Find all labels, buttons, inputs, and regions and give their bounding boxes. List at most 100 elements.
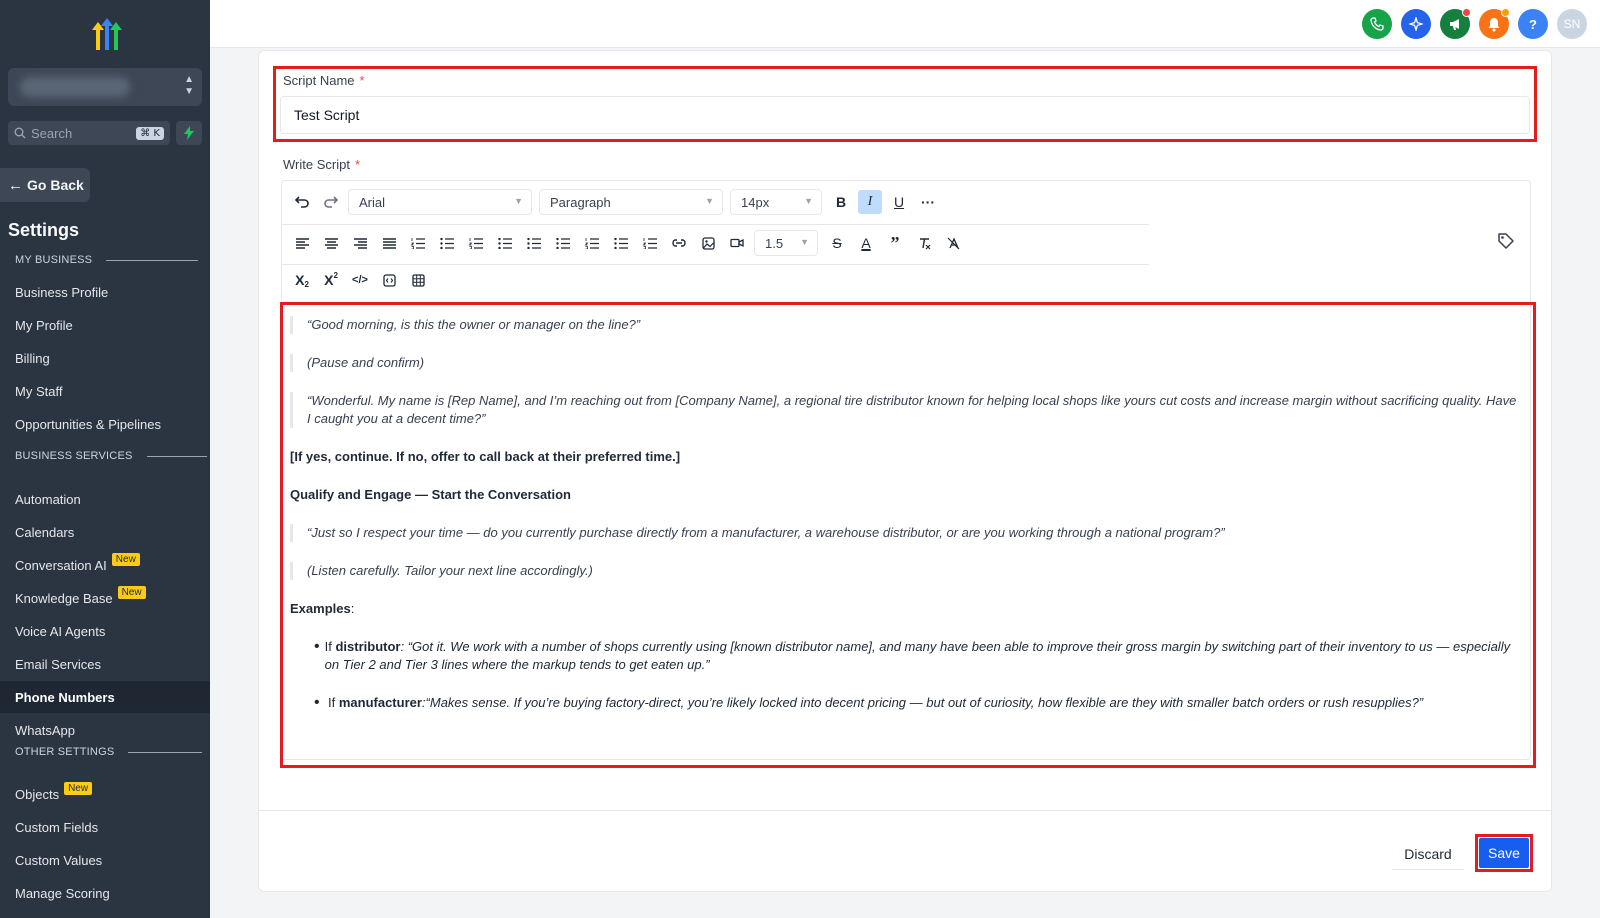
strikethrough-icon[interactable]: S xyxy=(825,231,849,255)
code-icon[interactable]: </> xyxy=(348,268,372,292)
numbered-list-icon[interactable] xyxy=(464,231,488,255)
chevron-down-icon: ▼ xyxy=(705,196,714,206)
sidebar-item-manage-scoring[interactable]: Manage Scoring xyxy=(0,877,210,909)
script-name-input[interactable]: Test Script xyxy=(280,96,1530,134)
numbered-list-icon[interactable] xyxy=(580,231,604,255)
sidebar-item-phone-numbers[interactable]: Phone Numbers xyxy=(0,681,210,713)
sidebar-item-conversation-ai[interactable]: Conversation AI New xyxy=(0,549,210,581)
sidebar-item-voice-ai-agents[interactable]: Voice AI Agents xyxy=(0,615,210,647)
go-back-button[interactable]: ← Go Back xyxy=(0,168,90,202)
underline-icon[interactable]: U xyxy=(887,190,911,214)
sidebar-search[interactable]: Search ⌘ K xyxy=(8,121,170,145)
section-business-services: BUSINESS SERVICES xyxy=(15,450,207,462)
font-family-select[interactable]: Arial ▼ xyxy=(348,189,532,215)
script-name-label: Script Name * xyxy=(283,73,365,88)
sidebar-item-label: Email Services xyxy=(15,656,101,672)
topbar: ? SN xyxy=(210,0,1600,48)
sidebar-item-opportunities[interactable]: Opportunities & Pipelines xyxy=(0,408,210,440)
sidebar: ▲ ▼ Search ⌘ K ← Go Back Settings MY BUSI… xyxy=(0,0,210,918)
sidebar-item-calendars[interactable]: Calendars xyxy=(0,516,210,548)
sidebar-item-custom-values[interactable]: Custom Values xyxy=(0,844,210,876)
align-right-icon[interactable] xyxy=(348,231,372,255)
script-heading: Qualify and Engage — Start the Conversat… xyxy=(290,487,571,502)
sidebar-item-custom-fields[interactable]: Custom Fields xyxy=(0,811,210,843)
numbered-list-icon[interactable] xyxy=(638,231,662,255)
block-type-select[interactable]: Paragraph ▼ xyxy=(539,189,723,215)
script-paragraph: (Listen carefully. Tailor your next line… xyxy=(290,562,1520,580)
phone-icon[interactable] xyxy=(1362,9,1392,39)
tag-icon[interactable] xyxy=(1497,232,1515,250)
sidebar-item-billing[interactable]: Billing xyxy=(0,342,210,374)
write-script-label: Write Script * xyxy=(283,157,360,172)
search-placeholder: Search xyxy=(31,125,73,141)
table-icon[interactable] xyxy=(406,268,430,292)
font-size-select[interactable]: 14px ▼ xyxy=(730,189,822,215)
sidebar-item-label: My Staff xyxy=(15,383,63,399)
sidebar-item-label: WhatsApp xyxy=(15,722,75,738)
quick-action-button[interactable] xyxy=(176,121,202,145)
superscript-icon[interactable]: X2 xyxy=(319,268,343,292)
sidebar-item-my-staff[interactable]: My Staff xyxy=(0,375,210,407)
required-mark: * xyxy=(359,73,365,88)
sidebar-item-label: Manage Scoring xyxy=(15,885,110,901)
account-switcher[interactable]: ▲ ▼ xyxy=(8,68,202,106)
text-color-icon[interactable]: A xyxy=(854,231,878,255)
section-label-text: OTHER SETTINGS xyxy=(15,746,115,758)
sidebar-item-objects[interactable]: Objects New xyxy=(0,778,210,810)
toolbar-row-1: Arial ▼ Paragraph ▼ 14px ▼ B I U ··· xyxy=(290,189,945,215)
eraser-icon[interactable] xyxy=(941,231,965,255)
go-back-label: Go Back xyxy=(27,177,84,193)
script-content[interactable]: “Good morning, is this the owner or mana… xyxy=(290,316,1520,712)
image-icon[interactable] xyxy=(696,231,720,255)
new-badge: New xyxy=(111,552,140,566)
toolbar-row-3: X2 X2 </> xyxy=(290,268,435,292)
sidebar-item-business-profile[interactable]: Business Profile xyxy=(0,276,210,308)
sidebar-item-my-profile[interactable]: My Profile xyxy=(0,309,210,341)
align-center-icon[interactable] xyxy=(319,231,343,255)
link-icon[interactable] xyxy=(667,231,691,255)
list-item-prefix: If xyxy=(324,639,336,654)
subscript-icon[interactable]: X2 xyxy=(290,268,314,292)
sidebar-item-email-services[interactable]: Email Services xyxy=(0,648,210,680)
bullet-list-icon[interactable] xyxy=(522,231,546,255)
save-button-highlight: Save xyxy=(1475,834,1533,872)
sparkle-icon[interactable] xyxy=(1401,9,1431,39)
save-button[interactable]: Save xyxy=(1479,838,1529,868)
sidebar-item-whatsapp[interactable]: WhatsApp xyxy=(0,714,210,746)
discard-button[interactable]: Discard xyxy=(1392,838,1464,870)
undo-icon[interactable] xyxy=(290,190,314,214)
list-item-prefix: If xyxy=(328,695,339,710)
bold-icon[interactable]: B xyxy=(829,190,853,214)
blockquote-icon[interactable]: ” xyxy=(883,231,907,255)
script-paragraph: “Good morning, is this the owner or mana… xyxy=(290,316,1520,334)
bullet-list-icon[interactable] xyxy=(435,231,459,255)
bell-icon[interactable] xyxy=(1479,8,1510,39)
more-options-icon[interactable]: ··· xyxy=(916,190,940,214)
bullet-list-icon[interactable] xyxy=(551,231,575,255)
avatar[interactable]: SN xyxy=(1557,9,1587,39)
help-icon[interactable]: ? xyxy=(1518,9,1548,39)
toolbar-divider xyxy=(281,264,1149,265)
numbered-list-icon[interactable] xyxy=(406,231,430,255)
redo-icon[interactable] xyxy=(319,190,343,214)
font-size-value: 14px xyxy=(741,194,770,210)
app-logo-icon[interactable] xyxy=(86,16,126,52)
list-item: • If distributor: “Got it. We work with … xyxy=(290,638,1520,674)
list-item-text: If distributor: “Got it. We work with a … xyxy=(325,638,1520,674)
sidebar-item-knowledge-base[interactable]: Knowledge Base New xyxy=(0,582,210,614)
line-height-value: 1.5 xyxy=(765,235,784,251)
clear-format-icon[interactable] xyxy=(912,231,936,255)
bullet-list-icon[interactable] xyxy=(609,231,633,255)
new-badge: New xyxy=(117,585,146,599)
line-height-select[interactable]: 1.5 ▼ xyxy=(754,230,818,256)
align-left-icon[interactable] xyxy=(290,231,314,255)
required-mark: * xyxy=(354,157,360,172)
align-justify-icon[interactable] xyxy=(377,231,401,255)
megaphone-icon[interactable] xyxy=(1440,8,1471,39)
italic-icon[interactable]: I xyxy=(858,190,882,214)
embed-icon[interactable] xyxy=(377,268,401,292)
bullet-list-icon[interactable] xyxy=(493,231,517,255)
video-icon[interactable] xyxy=(725,231,749,255)
sidebar-item-automation[interactable]: Automation xyxy=(0,483,210,515)
section-other-settings: OTHER SETTINGS xyxy=(15,746,203,758)
